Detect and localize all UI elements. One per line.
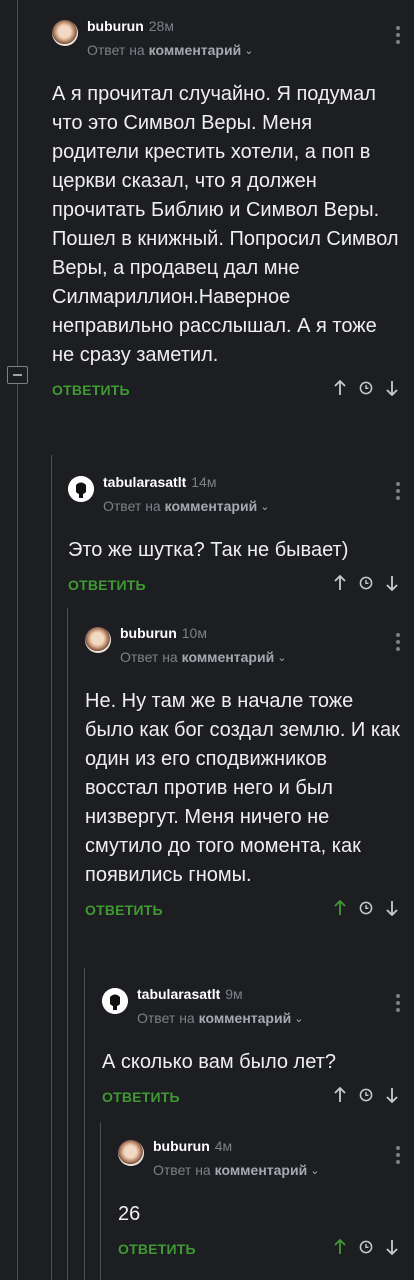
avatar[interactable] xyxy=(85,627,111,653)
comment-header: tabularasatlt 14м Ответ на комментарий ⌄ xyxy=(68,470,414,526)
comment-header: buburun 4м Ответ на комментарий ⌄ xyxy=(118,1134,414,1190)
collapse-thread-button[interactable] xyxy=(7,366,28,384)
reply-to-line[interactable]: Ответ на комментарий ⌄ xyxy=(120,649,286,665)
reply-target-link[interactable]: комментарий xyxy=(149,42,242,58)
comment-actions: ОТВЕТИТЬ xyxy=(52,376,414,404)
username[interactable]: buburun xyxy=(87,18,144,34)
avatar[interactable] xyxy=(102,988,128,1014)
comment: buburun 10м Ответ на комментарий ⌄ Не. Ну … xyxy=(85,621,414,924)
more-icon[interactable] xyxy=(396,1146,400,1167)
username[interactable]: tabularasatlt xyxy=(137,986,220,1002)
comment-text: 26 xyxy=(118,1203,141,1225)
reply-target-link[interactable]: комментарий xyxy=(182,649,275,665)
reply-prefix: Ответ на xyxy=(120,649,178,665)
chevron-down-icon: ⌄ xyxy=(260,501,270,513)
more-icon[interactable] xyxy=(396,482,400,503)
comment-time[interactable]: 4м xyxy=(215,1138,232,1154)
more-icon[interactable] xyxy=(396,26,400,47)
username[interactable]: tabularasatlt xyxy=(103,474,186,490)
downvote-icon[interactable] xyxy=(384,1237,400,1257)
comment-actions: ОТВЕТИТЬ xyxy=(102,1083,414,1111)
comment-header: buburun 28м Ответ на комментарий ⌄ xyxy=(52,14,414,70)
comment-time[interactable]: 14м xyxy=(191,474,216,490)
reply-target-link[interactable]: комментарий xyxy=(165,498,258,514)
username[interactable]: buburun xyxy=(153,1138,210,1154)
reply-button[interactable]: ОТВЕТИТЬ xyxy=(52,382,130,398)
upvote-icon[interactable] xyxy=(332,573,348,593)
comment-actions: ОТВЕТИТЬ xyxy=(68,571,414,599)
reply-button[interactable]: ОТВЕТИТЬ xyxy=(118,1241,196,1257)
downvote-icon[interactable] xyxy=(384,1085,400,1105)
comment: tabularasatlt 9м Ответ на комментарий ⌄ А … xyxy=(102,982,414,1111)
downvote-icon[interactable] xyxy=(384,898,400,918)
comment-actions: ОТВЕТИТЬ xyxy=(118,1235,414,1263)
avatar[interactable] xyxy=(68,476,94,502)
comment: buburun 28м Ответ на комментарий ⌄ А я про… xyxy=(52,14,414,404)
comment-header: buburun 10м Ответ на комментарий ⌄ xyxy=(85,621,414,677)
history-icon[interactable] xyxy=(358,378,374,398)
history-icon[interactable] xyxy=(358,1085,374,1105)
thread-line-level-2 xyxy=(67,608,68,1280)
more-icon[interactable] xyxy=(396,633,400,654)
collapse-icon xyxy=(13,374,22,376)
reply-to-line[interactable]: Ответ на комментарий ⌄ xyxy=(153,1162,319,1178)
more-icon[interactable] xyxy=(396,994,400,1015)
comment: buburun 4м Ответ на комментарий ⌄ 26 ОТВЕТ… xyxy=(118,1134,414,1263)
downvote-icon[interactable] xyxy=(384,378,400,398)
chevron-down-icon: ⌄ xyxy=(294,1013,304,1025)
chevron-down-icon: ⌄ xyxy=(244,45,254,57)
comment-text: А я прочитал случайно. Я подумал что это… xyxy=(52,83,399,366)
comment-actions: ОТВЕТИТЬ xyxy=(85,896,414,924)
comment-time[interactable]: 28м xyxy=(149,18,174,34)
thread-line-level-4 xyxy=(100,1122,101,1280)
reply-prefix: Ответ на xyxy=(153,1162,211,1178)
comment-time[interactable]: 10м xyxy=(182,625,207,641)
avatar[interactable] xyxy=(52,20,78,46)
reply-to-line[interactable]: Ответ на комментарий ⌄ xyxy=(137,1010,303,1026)
reply-to-line[interactable]: Ответ на комментарий ⌄ xyxy=(103,498,269,514)
chevron-down-icon: ⌄ xyxy=(277,652,287,664)
reply-target-link[interactable]: комментарий xyxy=(215,1162,308,1178)
thread-line-level-1 xyxy=(51,455,52,1280)
upvote-icon[interactable] xyxy=(332,378,348,398)
reply-target-link[interactable]: комментарий xyxy=(199,1010,292,1026)
history-icon[interactable] xyxy=(358,898,374,918)
reply-to-line[interactable]: Ответ на комментарий ⌄ xyxy=(87,42,253,58)
reply-button[interactable]: ОТВЕТИТЬ xyxy=(85,902,163,918)
avatar[interactable] xyxy=(118,1140,144,1166)
history-icon[interactable] xyxy=(358,573,374,593)
comment-time[interactable]: 9м xyxy=(225,986,242,1002)
chevron-down-icon: ⌄ xyxy=(310,1165,320,1177)
reply-prefix: Ответ на xyxy=(103,498,161,514)
username[interactable]: buburun xyxy=(120,625,177,641)
comment-text: Не. Ну там же в начале тоже было как бог… xyxy=(85,690,400,886)
downvote-icon[interactable] xyxy=(384,573,400,593)
upvote-icon[interactable] xyxy=(332,898,348,918)
history-icon[interactable] xyxy=(358,1237,374,1257)
reply-button[interactable]: ОТВЕТИТЬ xyxy=(102,1089,180,1105)
reply-button[interactable]: ОТВЕТИТЬ xyxy=(68,577,146,593)
comment-text: Это же шутка? Так не бывает) xyxy=(68,539,349,561)
comment-header: tabularasatlt 9м Ответ на комментарий ⌄ xyxy=(102,982,414,1038)
reply-prefix: Ответ на xyxy=(137,1010,195,1026)
upvote-icon[interactable] xyxy=(332,1237,348,1257)
thread-line-level-3 xyxy=(84,968,85,1280)
upvote-icon[interactable] xyxy=(332,1085,348,1105)
reply-prefix: Ответ на xyxy=(87,42,145,58)
thread-line-level-0 xyxy=(17,0,18,1280)
comment: tabularasatlt 14м Ответ на комментарий ⌄ Э… xyxy=(68,470,414,599)
comment-text: А сколько вам было лет? xyxy=(102,1051,336,1073)
